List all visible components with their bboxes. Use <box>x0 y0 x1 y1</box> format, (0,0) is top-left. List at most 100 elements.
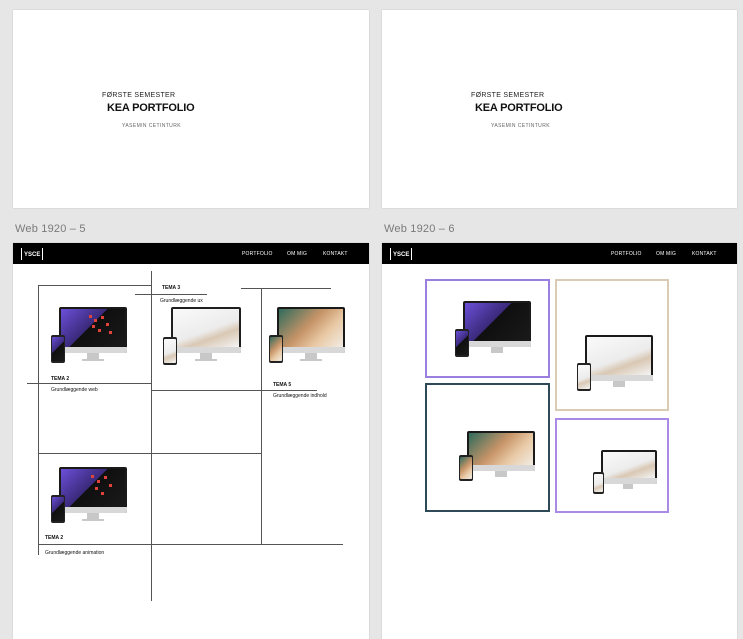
monitor-screen <box>279 309 343 347</box>
portfolio-card-2[interactable] <box>555 279 669 411</box>
nav-kontakt[interactable]: KONTAKT <box>692 251 717 257</box>
portfolio-card-4[interactable] <box>555 418 669 513</box>
monitor-icon <box>467 431 535 471</box>
phone-icon <box>577 363 591 391</box>
monitor-base <box>300 359 322 361</box>
logo[interactable]: YSCE <box>21 248 44 260</box>
monitor-icon <box>463 301 531 347</box>
portfolio-card-1[interactable] <box>425 279 550 378</box>
dot <box>97 480 100 483</box>
grid-line-h1 <box>38 285 151 286</box>
monitor-icon <box>601 450 657 484</box>
grid-line-h2 <box>135 294 207 295</box>
nav-portfolio[interactable]: PORTFOLIO <box>611 251 642 257</box>
grid-line-h3 <box>241 288 331 289</box>
artboard-label-web5[interactable]: Web 1920 – 5 <box>15 223 86 235</box>
phone-icon <box>455 329 469 357</box>
nav-om-mig[interactable]: OM MIG <box>287 251 307 257</box>
monitor-screen <box>465 303 529 341</box>
monitor-screen <box>61 309 125 347</box>
artboard-label-web6[interactable]: Web 1920 – 6 <box>384 223 455 235</box>
dot <box>106 323 109 326</box>
dot <box>101 492 104 495</box>
tema-subtitle: Grundlæggende web <box>51 387 98 393</box>
grid-line-v1 <box>38 285 39 555</box>
monitor-stand <box>495 471 507 477</box>
phone-icon <box>51 335 65 363</box>
phone-screen <box>164 339 176 363</box>
artboard-web-1920-5[interactable]: YSCE PORTFOLIO OM MIG KONTAKT TEMA 3 Gru… <box>13 243 369 639</box>
monitor-screen <box>173 309 239 347</box>
tema-title: TEMA 3 <box>162 285 181 291</box>
artboard-web-1920-6[interactable]: YSCE PORTFOLIO OM MIG KONTAKT <box>382 243 737 639</box>
tema-subtitle: Grundlæggende indhold <box>273 393 327 399</box>
phone-icon <box>163 337 177 365</box>
monitor-icon <box>59 307 127 353</box>
phone-screen <box>456 331 468 355</box>
dot <box>104 476 107 479</box>
tema-title: TEMA 5 <box>273 382 292 388</box>
portfolio-card-3[interactable] <box>425 383 550 512</box>
dot <box>92 325 95 328</box>
phone-screen <box>52 337 64 361</box>
tema-title: TEMA 2 <box>45 535 64 541</box>
monitor-icon <box>59 467 127 513</box>
mockup-ux <box>577 335 657 397</box>
dot <box>98 329 101 332</box>
dot <box>91 475 94 478</box>
mockup-tema-2-web[interactable] <box>51 307 129 369</box>
monitor-screen <box>603 452 655 478</box>
artboard-title-right[interactable]: FØRSTE SEMESTER KEA PORTFOLIO YASEMIN CE… <box>382 10 737 208</box>
phone-icon <box>593 472 604 494</box>
title-text: KEA PORTFOLIO <box>475 102 563 114</box>
phone-icon <box>269 335 283 363</box>
grid-line-v3 <box>261 288 262 544</box>
nav-kontakt[interactable]: KONTAKT <box>323 251 348 257</box>
phone-screen <box>270 337 282 361</box>
mockup-tema-3-ux[interactable] <box>163 307 243 369</box>
logo-text: YSCE <box>24 252 41 258</box>
phone-icon <box>459 455 473 481</box>
tema-title: TEMA 2 <box>51 376 70 382</box>
mockup-tema-5-indhold[interactable] <box>269 307 347 369</box>
monitor-icon <box>277 307 345 353</box>
navbar: YSCE PORTFOLIO OM MIG KONTAKT <box>13 243 369 264</box>
monitor-screen <box>587 337 651 375</box>
phone-screen <box>578 365 590 389</box>
dot <box>94 319 97 322</box>
navbar: YSCE PORTFOLIO OM MIG KONTAKT <box>382 243 737 264</box>
monitor-stand <box>623 484 633 489</box>
grid-line-h5 <box>151 390 261 391</box>
grid-line-h6 <box>261 390 317 391</box>
grid-line-h8 <box>38 544 343 545</box>
phone-icon <box>51 495 65 523</box>
phone-screen <box>52 497 64 521</box>
tema-subtitle: Grundlæggende ux <box>160 298 203 304</box>
tema-subtitle: Grundlæggende animation <box>45 550 105 556</box>
grid-line-h4 <box>27 383 151 384</box>
grid-line-v2 <box>151 271 152 601</box>
nav-portfolio[interactable]: PORTFOLIO <box>242 251 273 257</box>
monitor-screen <box>469 433 533 465</box>
nav-om-mig[interactable]: OM MIG <box>656 251 676 257</box>
dot <box>95 487 98 490</box>
monitor-base <box>82 359 104 361</box>
dot <box>101 316 104 319</box>
logo-text: YSCE <box>393 252 410 258</box>
mockup-tema-2-animation[interactable] <box>51 467 129 529</box>
author-text: YASEMIN CETINTURK <box>491 123 550 129</box>
monitor-icon <box>585 335 653 381</box>
grid-line-h7 <box>38 453 261 454</box>
mockup-animation <box>593 450 657 498</box>
mockup-web <box>455 301 535 363</box>
subtitle-text: FØRSTE SEMESTER <box>102 92 176 99</box>
artboard-title-left[interactable]: FØRSTE SEMESTER KEA PORTFOLIO YASEMIN CE… <box>13 10 369 208</box>
author-text: YASEMIN CETINTURK <box>122 123 181 129</box>
monitor-base <box>195 359 217 361</box>
title-text: KEA PORTFOLIO <box>107 102 195 114</box>
monitor-base <box>82 519 104 521</box>
monitor-icon <box>171 307 241 353</box>
monitor-stand <box>613 381 625 387</box>
dot <box>109 484 112 487</box>
logo[interactable]: YSCE <box>390 248 413 260</box>
